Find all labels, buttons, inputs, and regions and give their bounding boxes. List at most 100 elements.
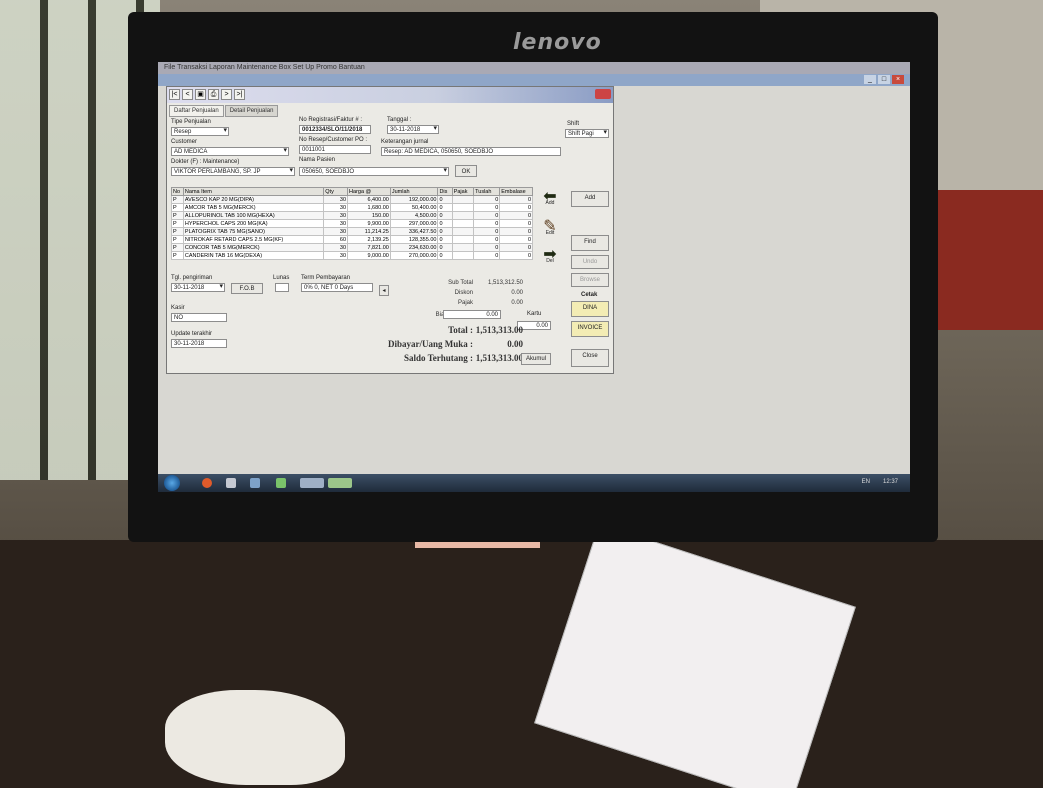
close-form-button[interactable]: Close: [571, 349, 609, 367]
col-pajak[interactable]: Pajak: [451, 187, 475, 196]
col-embalase[interactable]: Embalase: [499, 187, 533, 196]
tanggal-field[interactable]: 30-11-2018: [387, 125, 439, 134]
arrow-right-icon[interactable]: ➡ Del: [539, 245, 561, 267]
table-row[interactable]: P CANDERIN TAB 16 MG(DEXA) 30 9,000.00 270,0…: [171, 251, 533, 260]
tipe-select[interactable]: Resep: [171, 127, 229, 136]
cell-item: AMCOR TAB 5 MG(MERCK): [182, 203, 325, 212]
cell-embalase: 0: [499, 203, 533, 212]
cell-dis: 0: [437, 203, 453, 212]
cell-harga: 2,139.25: [347, 235, 391, 244]
table-row[interactable]: P PLATOGRIX TAB 75 MG(SANO) 30 11,214.25 336…: [171, 227, 533, 236]
clock[interactable]: 12:37: [883, 479, 898, 485]
cell-dis: 0: [437, 243, 453, 252]
tgl-pengiriman-field[interactable]: 30-11-2018: [171, 283, 225, 292]
ok-button[interactable]: OK: [455, 165, 477, 177]
lunas-checkbox[interactable]: [275, 283, 289, 292]
start-button[interactable]: [164, 475, 180, 491]
cell-harga: 6,400.00: [347, 195, 391, 204]
term-lookup-button[interactable]: ◂: [379, 285, 389, 296]
maximize-button[interactable]: □: [878, 75, 890, 84]
col-qty[interactable]: Qty: [323, 187, 349, 196]
table-row[interactable]: P HYPERCHOL CAPS 200 MG(KA) 30 9,900.00 297,…: [171, 219, 533, 228]
cell-pajak: [451, 251, 475, 260]
cell-dis: 0: [437, 211, 453, 220]
saldo-label: Saldo Terhutang :: [403, 353, 473, 363]
kasir-field[interactable]: NO: [171, 313, 227, 322]
cell-jumlah: 128,355.00: [389, 235, 439, 244]
save-icon[interactable]: ▣: [195, 89, 206, 100]
invoice-button[interactable]: INVOICE: [571, 321, 609, 337]
col-nama-item[interactable]: Nama Item: [182, 187, 325, 196]
print-icon[interactable]: ⎙: [208, 89, 219, 100]
noreg-field[interactable]: 0012334/SLO/11/2018: [299, 125, 371, 134]
undo-button[interactable]: Undo: [571, 255, 609, 269]
noresep-field[interactable]: 0011001: [299, 145, 371, 154]
sales-form-window: |< < ▣ ⎙ > >| Daftar Penjualan Detail Pe…: [166, 86, 614, 374]
tab-detail-penjualan[interactable]: Detail Penjualan: [224, 105, 279, 117]
browse-button[interactable]: Browse: [571, 273, 609, 287]
cell-no: P: [171, 211, 184, 220]
arrow-left-icon[interactable]: ⬅ Add: [539, 187, 561, 209]
add-button[interactable]: Add: [571, 191, 609, 207]
close-button[interactable]: ×: [892, 75, 904, 84]
col-no[interactable]: No: [171, 187, 184, 196]
cell-jumlah: 4,500.00: [389, 211, 439, 220]
cell-no: P: [171, 235, 184, 244]
app-icon[interactable]: [250, 478, 260, 488]
excel-icon[interactable]: [276, 478, 286, 488]
col-jumlah[interactable]: Jumlah: [389, 187, 439, 196]
cell-dis: 0: [437, 195, 453, 204]
dina-button[interactable]: DINA: [571, 301, 609, 317]
nav-next-button[interactable]: >: [221, 89, 232, 100]
window-controls: _ □ ×: [864, 75, 904, 84]
pasien-select[interactable]: 050650, SOEDBJO: [299, 167, 449, 176]
table-row[interactable]: P CONCOR TAB 5 MG(MERCK) 30 7,821.00 234,630…: [171, 243, 533, 252]
cell-jumlah: 270,000.00: [389, 251, 439, 260]
cell-pajak: [451, 211, 475, 220]
biaya-field[interactable]: 0.00: [443, 310, 501, 319]
table-row[interactable]: P AMCOR TAB 5 MG(MERCK) 30 1,680.00 50,400.0…: [171, 203, 533, 212]
table-row[interactable]: P NITROKAF RETARD CAPS 2.5 MG(KF) 60 2,139.…: [171, 235, 533, 244]
diskon-label: Diskon: [454, 290, 473, 296]
total-value: 1,513,313.00: [475, 325, 523, 335]
dokter-select[interactable]: VIKTOR PERLAMBANG, SP. JP: [171, 167, 295, 176]
form-close-button[interactable]: [595, 89, 611, 99]
col-tuslah[interactable]: Tuslah: [473, 187, 501, 196]
dibayar-label: Dibayar/Uang Muka :: [387, 339, 473, 349]
cell-tuslah: 0: [473, 211, 501, 220]
col-harga[interactable]: Harga @: [347, 187, 391, 196]
browser-icon[interactable]: [202, 478, 212, 488]
pos-app-icon[interactable]: [328, 478, 352, 488]
table-row[interactable]: P AVESCO KAP 20 MG(DIPA) 30 6,400.00 192,000…: [171, 195, 533, 204]
noreg-label: No Registrasi/Faktur # :: [299, 117, 363, 123]
nav-prev-button[interactable]: <: [182, 89, 193, 100]
fob-field[interactable]: F.O.B: [231, 283, 263, 294]
col-dis[interactable]: Dis: [437, 187, 453, 196]
cell-tuslah: 0: [473, 251, 501, 260]
nav-last-button[interactable]: >|: [234, 89, 245, 100]
find-button[interactable]: Find: [571, 235, 609, 251]
cell-qty: 60: [323, 235, 349, 244]
explorer-icon[interactable]: [226, 478, 236, 488]
shift-select[interactable]: Shift Pagi: [565, 129, 609, 138]
lunas-label: Lunas: [273, 275, 290, 281]
desk: [0, 540, 1043, 788]
app-menubar[interactable]: File Transaksi Laporan Maintenance Box S…: [158, 62, 910, 74]
customer-select[interactable]: AD MEDICA: [171, 147, 289, 156]
record-toolbar: |< < ▣ ⎙ > >|: [169, 89, 245, 103]
cell-embalase: 0: [499, 195, 533, 204]
keterangan-field[interactable]: Resep: AD MEDICA, 050650, SOEDBJO: [381, 147, 561, 156]
cell-pajak: [451, 195, 475, 204]
minimize-button[interactable]: _: [864, 75, 876, 84]
akumul-button[interactable]: Akumul: [521, 353, 551, 365]
term-field[interactable]: 0% 0, NET 0 Days: [301, 283, 373, 292]
language-indicator[interactable]: EN: [862, 479, 870, 485]
edit-icon[interactable]: ✎ Edit: [539, 217, 561, 239]
tissue-paper: [165, 690, 345, 785]
nav-first-button[interactable]: |<: [169, 89, 180, 100]
term-label: Term Pembayaran: [301, 275, 351, 281]
active-app-icon[interactable]: [300, 478, 324, 488]
cell-item: AVESCO KAP 20 MG(DIPA): [182, 195, 325, 204]
tab-daftar-penjualan[interactable]: Daftar Penjualan: [169, 105, 224, 117]
table-row[interactable]: P ALLOPURINOL TAB 100 MG(HEXA) 30 150.00 4,5…: [171, 211, 533, 220]
